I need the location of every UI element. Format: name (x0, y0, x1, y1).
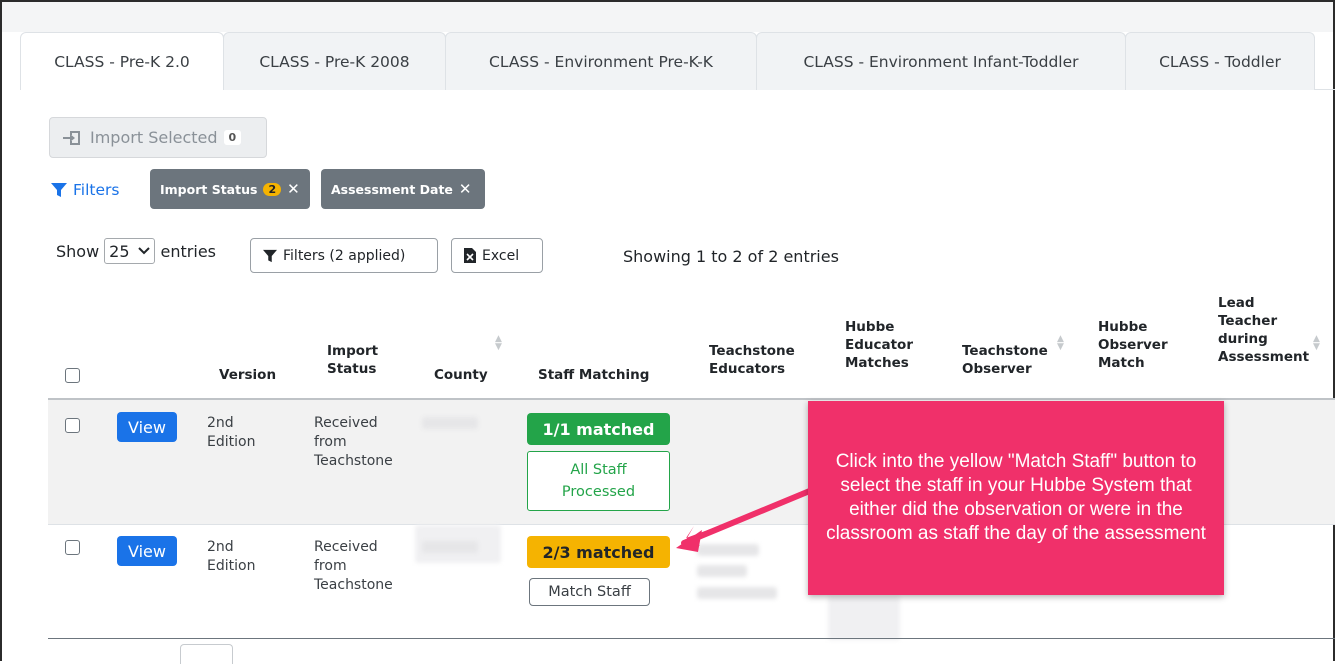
help-callout: Click into the yellow "Match Staff" butt… (808, 401, 1224, 595)
filters-applied-button[interactable]: Filters (2 applied) (250, 238, 438, 273)
import-status-cell: Received from Teachstone (314, 415, 393, 469)
chip-label: Assessment Date (331, 181, 453, 197)
filters-label: Filters (73, 181, 120, 199)
row-checkbox[interactable] (65, 540, 80, 555)
import-selected-label: Import Selected (90, 128, 218, 147)
entries-select[interactable]: 25 (104, 238, 155, 264)
filter-chip-assessment-date[interactable]: Assessment Date ✕ (321, 169, 485, 209)
table-footer-divider (48, 638, 1335, 639)
excel-export-button[interactable]: Excel (451, 238, 543, 273)
filters-toggle[interactable]: Filters (51, 181, 119, 199)
table-info: Showing 1 to 2 of 2 entries (623, 247, 839, 266)
match-staff-button[interactable]: Match Staff (529, 578, 650, 606)
redacted-educator (697, 544, 759, 556)
close-icon[interactable]: ✕ (459, 180, 472, 198)
tab-class-environment-infant-toddler[interactable]: CLASS - Environment Infant-Toddler (756, 32, 1126, 90)
filter-icon (263, 249, 277, 262)
sort-icon[interactable]: ▲ ▼ (1057, 335, 1064, 352)
tab-class-toddler[interactable]: CLASS - Toddler (1125, 32, 1315, 90)
tab-class-pre-k-2008[interactable]: CLASS - Pre-K 2008 (223, 32, 446, 90)
redacted-hubbe-educator (828, 596, 900, 640)
import-icon (63, 130, 80, 145)
column-header-version[interactable]: Version (219, 366, 276, 384)
version-cell: 2nd Edition (207, 415, 256, 450)
column-header-teachstone-observer[interactable]: Teachstone Observer (962, 342, 1048, 378)
sort-icon[interactable]: ▲ ▼ (495, 335, 502, 352)
redacted-educator (697, 565, 747, 577)
tab-class-pre-k-2-0[interactable]: CLASS - Pre-K 2.0 (20, 32, 224, 90)
view-button[interactable]: View (117, 412, 177, 442)
close-icon[interactable]: ✕ (287, 180, 300, 198)
sort-icon[interactable]: ▲ ▼ (1313, 335, 1320, 352)
column-header-county[interactable]: County (434, 366, 488, 384)
pagination-button[interactable] (180, 644, 233, 664)
match-status-badge: 2/3 matched (527, 536, 670, 568)
callout-text: Click into the yellow "Match Staff" butt… (826, 451, 1206, 544)
column-header-lead-teacher[interactable]: Lead Teacher during Assessment (1218, 294, 1309, 366)
chip-label: Import Status (160, 181, 258, 197)
column-header-teachstone-educators[interactable]: Teachstone Educators (709, 342, 795, 378)
filter-icon (51, 183, 67, 197)
redacted-county-text (422, 541, 478, 553)
filter-chip-import-status[interactable]: Import Status 2 ✕ (150, 169, 310, 209)
column-header-import-status[interactable]: Import Status (327, 342, 378, 378)
import-selected-count: 0 (223, 130, 242, 145)
show-label: Show (56, 241, 100, 261)
assessment-tabs: CLASS - Pre-K 2.0 CLASS - Pre-K 2008 CLA… (20, 32, 1335, 90)
entries-label: entries (160, 241, 216, 261)
chevron-down-icon (137, 247, 150, 255)
row-checkbox[interactable] (65, 418, 80, 433)
select-all-checkbox[interactable] (65, 368, 80, 383)
tab-class-environment-pre-k-k[interactable]: CLASS - Environment Pre-K-K (445, 32, 757, 90)
import-selected-button[interactable]: Import Selected 0 (49, 117, 267, 158)
top-band (2, 2, 1333, 32)
view-button[interactable]: View (117, 536, 177, 566)
show-entries: Show 25 entries (56, 238, 216, 264)
version-cell: 2nd Edition (207, 539, 256, 574)
redacted-county (422, 417, 478, 429)
excel-file-icon (464, 248, 476, 263)
column-header-hubbe-educator-matches[interactable]: Hubbe Educator Matches (845, 318, 913, 372)
column-header-hubbe-observer-match[interactable]: Hubbe Observer Match (1098, 318, 1168, 372)
all-staff-processed-button: All Staff Processed (527, 451, 670, 511)
import-status-cell: Received from Teachstone (314, 539, 393, 593)
match-status-badge: 1/1 matched (527, 413, 670, 445)
redacted-educator (697, 587, 777, 599)
chip-count-badge: 2 (263, 182, 282, 196)
column-header-staff-matching[interactable]: Staff Matching (538, 366, 649, 384)
